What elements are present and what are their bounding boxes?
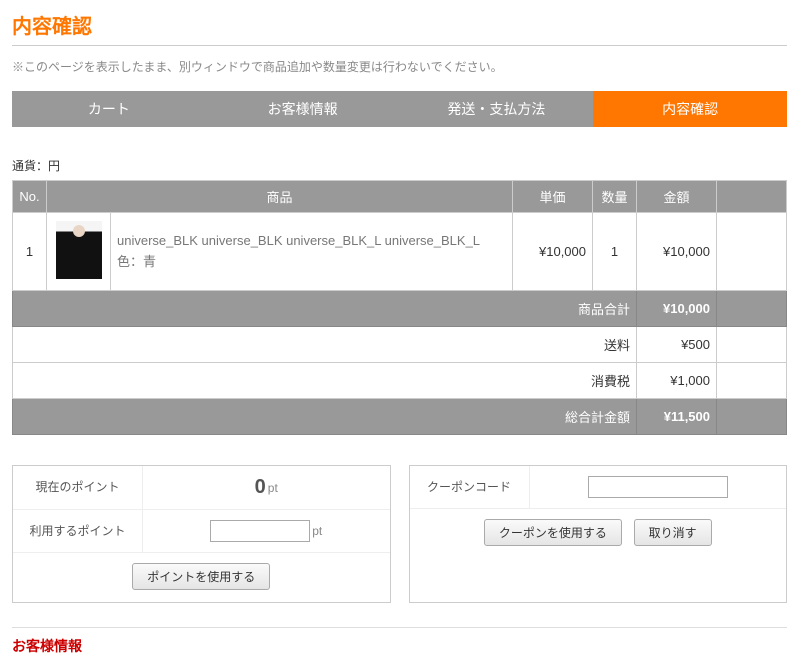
- coupon-input[interactable]: [588, 476, 728, 498]
- step-shipping[interactable]: 発送・支払方法: [400, 91, 594, 127]
- product-name: universe_BLK universe_BLK universe_BLK_L…: [117, 231, 506, 252]
- subtotal-label: 商品合計: [13, 291, 637, 327]
- product-thumb-icon: [56, 221, 102, 279]
- tax-row: 消費税 ¥1,000: [13, 363, 787, 399]
- use-points-input-wrap: pt: [143, 510, 390, 552]
- qty: 1: [593, 213, 637, 291]
- product-name-cell: universe_BLK universe_BLK universe_BLK_L…: [111, 213, 513, 291]
- shipping-value: ¥500: [637, 327, 717, 363]
- use-points-label: 利用するポイント: [13, 510, 143, 552]
- table-row: 1 universe_BLK universe_BLK universe_BLK…: [13, 213, 787, 291]
- subtotal-row: 商品合計 ¥10,000: [13, 291, 787, 327]
- total-label: 総合計金額: [13, 399, 637, 435]
- row-no: 1: [13, 213, 47, 291]
- col-header-unitprice: 単価: [513, 181, 593, 213]
- customer-info-title: お客様情報: [12, 627, 787, 662]
- coupon-panel: クーポンコード クーポンを使用する 取り消す: [409, 465, 788, 603]
- step-cart[interactable]: カート: [12, 91, 206, 127]
- use-points-unit: pt: [312, 524, 322, 538]
- col-header-qty: 数量: [593, 181, 637, 213]
- current-points-value: 0: [255, 476, 266, 499]
- cart-table: No. 商品 単価 数量 金額 1 universe_BLK universe_…: [12, 180, 787, 435]
- notice-text: ※このページを表示したまま、別ウィンドウで商品追加や数量変更は行わないでください…: [12, 58, 787, 75]
- unit-price: ¥10,000: [513, 213, 593, 291]
- step-confirm[interactable]: 内容確認: [593, 91, 787, 127]
- product-color: 色：青: [117, 252, 506, 273]
- points-panel: 現在のポイント 0pt 利用するポイント pt ポイントを使用する: [12, 465, 391, 603]
- checkout-steps: カート お客様情報 発送・支払方法 内容確認: [12, 91, 787, 127]
- coupon-label: クーポンコード: [410, 466, 530, 508]
- coupon-input-wrap: [530, 466, 787, 508]
- current-points-value-wrap: 0pt: [143, 466, 390, 509]
- product-thumb-cell: [47, 213, 111, 291]
- tax-value: ¥1,000: [637, 363, 717, 399]
- use-points-input[interactable]: [210, 520, 310, 542]
- tax-label: 消費税: [13, 363, 637, 399]
- total-row: 総合計金額 ¥11,500: [13, 399, 787, 435]
- apply-coupon-button[interactable]: クーポンを使用する: [484, 519, 622, 546]
- col-header-amount: 金額: [637, 181, 717, 213]
- shipping-label: 送料: [13, 327, 637, 363]
- points-unit: pt: [268, 481, 278, 495]
- currency-label: 通貨：円: [12, 157, 787, 174]
- step-customer[interactable]: お客様情報: [206, 91, 400, 127]
- col-header-no: No.: [13, 181, 47, 213]
- row-amount: ¥10,000: [637, 213, 717, 291]
- apply-points-button[interactable]: ポイントを使用する: [132, 563, 270, 590]
- col-header-product: 商品: [47, 181, 513, 213]
- current-points-label: 現在のポイント: [13, 466, 143, 509]
- page-title: 内容確認: [12, 10, 787, 46]
- subtotal-value: ¥10,000: [637, 291, 717, 327]
- col-header-trail: [717, 181, 787, 213]
- total-value: ¥11,500: [637, 399, 717, 435]
- cancel-coupon-button[interactable]: 取り消す: [634, 519, 712, 546]
- shipping-row: 送料 ¥500: [13, 327, 787, 363]
- row-trail: [717, 213, 787, 291]
